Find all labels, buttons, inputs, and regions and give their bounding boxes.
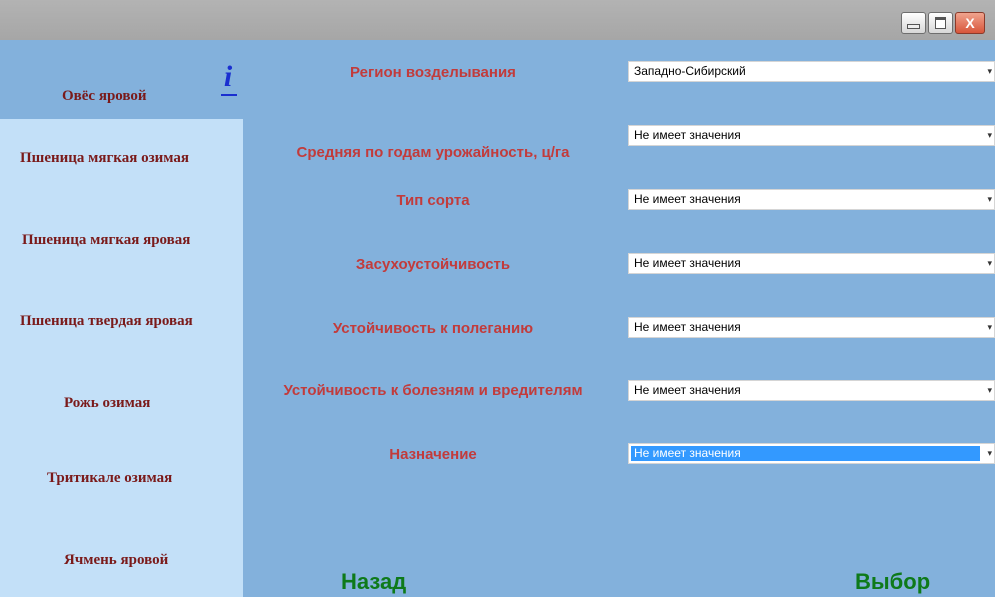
sidebar-item-winter-soft-wheat[interactable]: Пшеница мягкая озимая (20, 150, 189, 167)
lodging-resistance-select[interactable]: Не имеет значения ▾ (628, 317, 995, 338)
chevron-down-icon[interactable]: ▾ (982, 318, 992, 337)
chevron-down-icon[interactable]: ▾ (982, 444, 992, 463)
chevron-down-icon[interactable]: ▾ (982, 126, 992, 145)
close-icon: X (965, 15, 975, 31)
window-title-bar[interactable]: X (0, 0, 995, 40)
yield-select[interactable]: Не имеет значения ▾ (628, 125, 995, 146)
variety-type-value: Не имеет значения (634, 192, 741, 206)
maximize-button[interactable] (928, 12, 953, 34)
drought-resistance-value: Не имеет значения (634, 256, 741, 270)
region-value: Западно-Сибирский (634, 64, 746, 78)
sidebar-item-spring-durum-wheat[interactable]: Пшеница твердая яровая (20, 313, 193, 330)
disease-resistance-label: Устойчивость к болезням и вредителям (283, 382, 583, 399)
yield-value: Не имеет значения (634, 128, 741, 142)
lodging-resistance-value: Не имеет значения (634, 320, 741, 334)
lodging-resistance-label: Устойчивость к полеганию (332, 320, 534, 337)
select-button[interactable]: Выбор (855, 569, 930, 595)
chevron-down-icon[interactable]: ▾ (982, 381, 992, 400)
purpose-value: Не имеет значения (631, 446, 980, 461)
sidebar-item-spring-barley[interactable]: Ячмень яровой (64, 552, 168, 569)
back-button[interactable]: Назад (341, 569, 406, 595)
chevron-down-icon[interactable]: ▾ (982, 190, 992, 209)
minimize-icon (907, 23, 920, 29)
chevron-down-icon[interactable]: ▾ (982, 254, 992, 273)
drought-resistance-select[interactable]: Не имеет значения ▾ (628, 253, 995, 274)
variety-type-label: Тип сорта (396, 192, 470, 209)
purpose-select[interactable]: Не имеет значения ▾ (628, 443, 995, 464)
maximize-icon (935, 17, 946, 29)
drought-resistance-label: Засухоустойчивость (355, 256, 511, 273)
variety-type-select[interactable]: Не имеет значения ▾ (628, 189, 995, 210)
sidebar-item-winter-rye[interactable]: Рожь озимая (64, 395, 150, 412)
sidebar-item-spring-soft-wheat[interactable]: Пшеница мягкая яровая (22, 232, 190, 249)
yield-label: Средняя по годам урожайность, ц/га (296, 144, 570, 161)
sidebar-item-oats[interactable]: Овёс яровой (62, 88, 147, 105)
sidebar-selected-highlight (0, 40, 243, 119)
sidebar-item-winter-triticale[interactable]: Тритикале озимая (47, 470, 172, 487)
region-select[interactable]: Западно-Сибирский ▾ (628, 61, 995, 82)
minimize-button[interactable] (901, 12, 926, 34)
disease-resistance-value: Не имеет значения (634, 383, 741, 397)
disease-resistance-select[interactable]: Не имеет значения ▾ (628, 380, 995, 401)
purpose-label: Назначение (389, 446, 477, 463)
region-label: Регион возделывания (350, 64, 516, 81)
info-icon[interactable]: i (219, 62, 237, 98)
close-button[interactable]: X (955, 12, 985, 34)
chevron-down-icon[interactable]: ▾ (982, 62, 992, 81)
